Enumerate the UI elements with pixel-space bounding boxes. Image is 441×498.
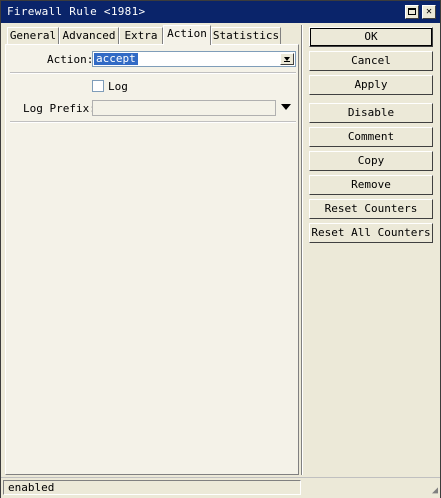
log-prefix-label: Log Prefix: bbox=[23, 102, 96, 115]
tab-advanced[interactable]: Advanced bbox=[59, 27, 119, 44]
tab-extra[interactable]: Extra bbox=[119, 27, 163, 44]
status-bar: enabled ◢ bbox=[1, 477, 440, 498]
title-bar[interactable]: Firewall Rule <1981> ✕ bbox=[1, 1, 440, 23]
action-select[interactable]: accept bbox=[92, 51, 296, 67]
maximize-icon bbox=[408, 8, 416, 15]
firewall-rule-window: Firewall Rule <1981> ✕ General Advanced … bbox=[0, 0, 441, 498]
tab-general[interactable]: General bbox=[7, 27, 59, 44]
separator bbox=[10, 72, 296, 74]
tab-statistics[interactable]: Statistics bbox=[211, 27, 281, 44]
cancel-button[interactable]: Cancel bbox=[309, 51, 433, 71]
log-checkbox[interactable] bbox=[92, 80, 104, 92]
close-button[interactable]: ✕ bbox=[422, 5, 436, 19]
window-title: Firewall Rule <1981> bbox=[7, 5, 146, 18]
action-label: Action: bbox=[47, 53, 94, 66]
action-dropdown-button[interactable] bbox=[280, 53, 294, 65]
resize-grip-icon[interactable]: ◢ bbox=[432, 485, 438, 496]
ok-button[interactable]: OK bbox=[309, 27, 433, 47]
log-label: Log bbox=[108, 80, 128, 93]
disable-button[interactable]: Disable bbox=[309, 103, 433, 123]
panel-divider bbox=[301, 25, 303, 475]
close-icon: ✕ bbox=[425, 6, 433, 17]
maximize-button[interactable] bbox=[405, 5, 419, 19]
status-text: enabled bbox=[3, 480, 301, 495]
action-selected-value: accept bbox=[94, 52, 138, 65]
log-prefix-dropdown-icon[interactable] bbox=[281, 104, 291, 110]
log-prefix-field[interactable] bbox=[92, 100, 276, 116]
separator bbox=[10, 121, 296, 123]
reset-counters-button[interactable]: Reset Counters bbox=[309, 199, 433, 219]
action-tab-panel: Action: accept Log Log Prefix: bbox=[5, 44, 299, 475]
apply-button[interactable]: Apply bbox=[309, 75, 433, 95]
copy-button[interactable]: Copy bbox=[309, 151, 433, 171]
tab-action[interactable]: Action bbox=[163, 25, 211, 45]
reset-all-counters-button[interactable]: Reset All Counters bbox=[309, 223, 433, 243]
dropdown-bar-icon bbox=[284, 61, 290, 62]
comment-button[interactable]: Comment bbox=[309, 127, 433, 147]
remove-button[interactable]: Remove bbox=[309, 175, 433, 195]
